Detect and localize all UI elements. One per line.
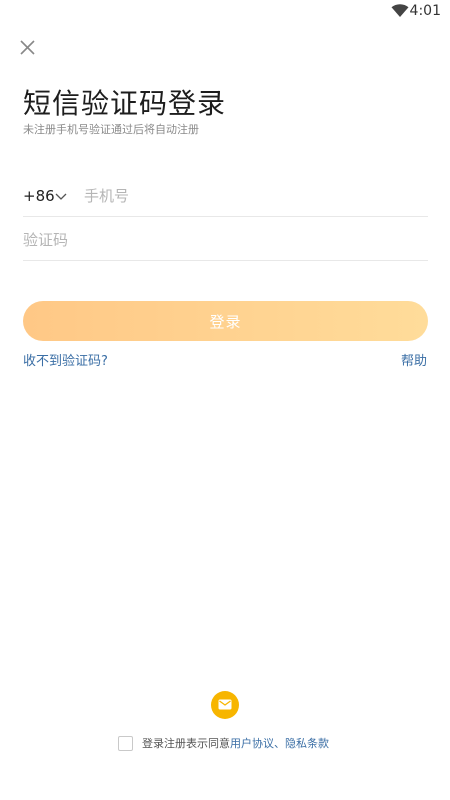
user-agreement-link[interactable]: 用户协议 (230, 735, 274, 751)
status-bar: 4:01 (0, 0, 450, 24)
agreement-separator: 、 (274, 737, 285, 750)
login-page: 4:01 短信验证码登录 未注册手机号验证通过后将自动注册 +86 登录 收不到… (0, 0, 450, 800)
privacy-policy-link[interactable]: 隐私条款 (285, 735, 329, 751)
verification-code-input[interactable] (23, 224, 403, 256)
agree-checkbox[interactable] (118, 735, 133, 751)
help-link[interactable]: 帮助 (401, 350, 427, 369)
status-time: 4:01 (409, 3, 441, 19)
chevron-down-icon[interactable] (55, 193, 67, 201)
page-title: 短信验证码登录 (23, 87, 227, 120)
country-code-selector[interactable]: +86 (23, 187, 55, 205)
code-row (23, 220, 428, 261)
phone-input[interactable] (84, 180, 414, 212)
close-icon (20, 40, 35, 55)
close-button[interactable] (18, 38, 38, 58)
agreement-text: 登录注册表示同意 (142, 737, 230, 750)
email-login-button[interactable] (211, 691, 239, 719)
wifi-icon (391, 4, 409, 17)
login-button[interactable]: 登录 (23, 301, 428, 341)
phone-row: +86 (23, 176, 428, 217)
mail-icon (218, 699, 232, 710)
page-subtitle: 未注册手机号验证通过后将自动注册 (23, 123, 199, 136)
agreement-row: 登录注册表示同意 用户协议 、 隐私条款 (118, 734, 329, 752)
no-code-link[interactable]: 收不到验证码? (23, 350, 108, 369)
